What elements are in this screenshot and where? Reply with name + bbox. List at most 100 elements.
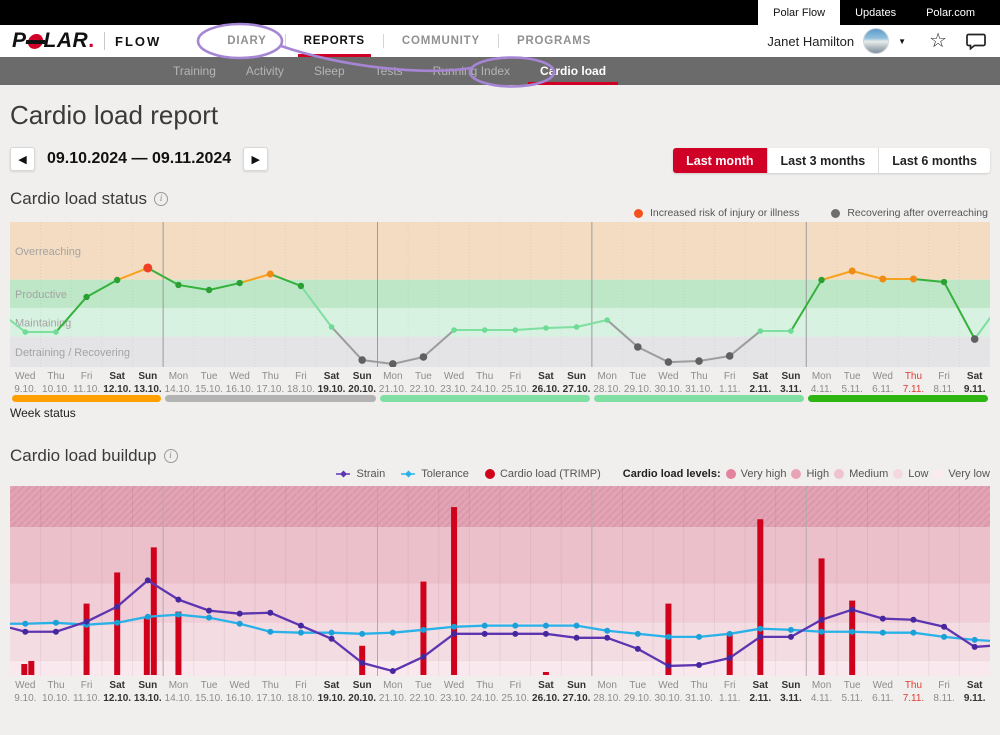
axis-day-label: Sun20.10. (347, 371, 378, 395)
axis-day-label: Thu10.10. (41, 680, 72, 704)
axis-day-label: Tue15.10. (194, 371, 225, 395)
axis-day-label: Thu24.10. (469, 371, 500, 395)
range-button-group: Last month Last 3 months Last 6 months (673, 148, 990, 173)
polar-logo-dot: . (88, 29, 94, 53)
axis-day-label: Mon4.11. (806, 371, 837, 395)
tolerance-label: Tolerance (421, 468, 469, 480)
nav-item-community[interactable]: COMMUNITY (396, 25, 486, 57)
subnav-item-training[interactable]: Training (165, 57, 224, 85)
axis-day-label: Fri18.10. (286, 371, 317, 395)
axis-day-label: Sun27.10. (561, 680, 592, 704)
subnav-item-sleep[interactable]: Sleep (306, 57, 353, 85)
flow-wordmark: FLOW (115, 34, 161, 49)
axis-day-label: Fri8.11. (929, 371, 960, 395)
avatar[interactable] (863, 28, 889, 54)
nav-item-programs[interactable]: PROGRAMS (511, 25, 597, 57)
week-status-bars (10, 395, 990, 402)
page-title: Cardio load report (10, 100, 218, 131)
level-very-high-dot-icon (726, 469, 736, 479)
buildup-legend: Strain Tolerance Cardio load (TRIMP) Car… (336, 468, 990, 480)
week-status-bar (808, 395, 988, 402)
week-status-bar (12, 395, 161, 402)
status-section-title-text: Cardio load status (10, 189, 147, 209)
level-high-label: High (806, 468, 829, 480)
axis-day-label: Tue29.10. (623, 680, 654, 704)
level-low-label: Low (908, 468, 928, 480)
prev-period-button[interactable]: ◀ (10, 147, 35, 171)
level-low-dot-icon (893, 469, 903, 479)
feedback-bubble-icon[interactable] (966, 33, 986, 50)
axis-day-label: Sat12.10. (102, 680, 133, 704)
status-section-title: Cardio load status i (10, 189, 168, 209)
nav-item-reports[interactable]: REPORTS (298, 25, 371, 57)
week-status-bar (594, 395, 804, 402)
buildup-section-title: Cardio load buildup i (10, 446, 178, 466)
nav-divider (383, 34, 384, 48)
polar-logo[interactable]: P LAR . FLOW (12, 29, 161, 53)
topbar-tab-polar-com[interactable]: Polar.com (911, 0, 990, 25)
axis-day-label: Sat19.10. (316, 680, 347, 704)
status-x-axis: Wed9.10.Thu10.10.Fri11.10.Sat12.10.Sun13… (10, 371, 990, 395)
axis-day-label: Sat9.11. (959, 680, 990, 704)
next-period-button[interactable]: ▶ (243, 147, 268, 171)
last-month-button[interactable]: Last month (673, 148, 767, 173)
last-6-months-button[interactable]: Last 6 months (879, 148, 990, 173)
axis-day-label: Mon28.10. (592, 371, 623, 395)
axis-day-label: Wed30.10. (653, 371, 684, 395)
axis-day-label: Wed23.10. (439, 371, 470, 395)
level-medium-label: Medium (849, 468, 888, 480)
topbar-tab-updates[interactable]: Updates (840, 0, 911, 25)
axis-day-label: Tue29.10. (623, 371, 654, 395)
axis-day-label: Fri11.10. (71, 371, 102, 395)
star-icon[interactable]: ☆ (929, 31, 947, 51)
info-icon[interactable]: i (154, 192, 168, 206)
axis-day-label: Wed16.10. (224, 680, 255, 704)
week-status-label: Week status (10, 406, 76, 420)
subnav-item-tests[interactable]: Tests (367, 57, 411, 85)
buildup-x-axis: Wed9.10.Thu10.10.Fri11.10.Sat12.10.Sun13… (10, 680, 990, 704)
axis-day-label: Tue15.10. (194, 680, 225, 704)
reports-subnav: Training Activity Sleep Tests Running In… (0, 57, 1000, 85)
nav-item-diary[interactable]: DIARY (221, 25, 272, 57)
axis-day-label: Sun13.10. (133, 680, 164, 704)
axis-day-label: Fri25.10. (500, 680, 531, 704)
axis-day-label: Mon28.10. (592, 680, 623, 704)
last-3-months-button[interactable]: Last 3 months (768, 148, 880, 173)
axis-day-label: Thu7.11. (898, 680, 929, 704)
axis-day-label: Sun3.11. (776, 680, 807, 704)
week-status-bar (380, 395, 590, 402)
topbar-tab-polar-flow[interactable]: Polar Flow (758, 0, 840, 25)
axis-day-label: Thu31.10. (684, 680, 715, 704)
polar-logo-o-icon (26, 34, 43, 49)
axis-day-label: Sun20.10. (347, 680, 378, 704)
status-chart: OverreachingProductiveMaintainingDetrain… (10, 222, 990, 367)
axis-day-label: Sat2.11. (745, 680, 776, 704)
level-very-low-dot-icon (933, 469, 943, 479)
info-icon[interactable]: i (164, 449, 178, 463)
chevron-down-icon[interactable]: ▼ (898, 37, 906, 46)
recovering-label: Recovering after overreaching (847, 207, 988, 219)
axis-day-label: Tue5.11. (837, 680, 868, 704)
axis-day-label: Sun27.10. (561, 371, 592, 395)
brand-divider (104, 32, 105, 50)
axis-day-label: Mon4.11. (806, 680, 837, 704)
polar-flow-app: Polar Flow Updates Polar.com P LAR . FLO… (0, 0, 1000, 735)
subnav-item-running-index[interactable]: Running Index (425, 57, 518, 85)
axis-day-label: Wed16.10. (224, 371, 255, 395)
date-range-value: 09.10.2024 — 09.11.2024 (43, 150, 235, 168)
axis-day-label: Wed6.11. (868, 680, 899, 704)
strain-marker-icon (336, 469, 351, 479)
axis-day-label: Thu24.10. (469, 680, 500, 704)
axis-day-label: Sun3.11. (776, 371, 807, 395)
user-name[interactable]: Janet Hamilton (767, 34, 854, 49)
axis-day-label: Fri18.10. (286, 680, 317, 704)
subnav-item-activity[interactable]: Activity (238, 57, 292, 85)
level-very-high-label: Very high (741, 468, 787, 480)
trimp-label: Cardio load (TRIMP) (500, 468, 601, 480)
level-medium-dot-icon (834, 469, 844, 479)
subnav-item-cardio-load[interactable]: Cardio load (532, 57, 614, 85)
nav-divider (498, 34, 499, 48)
axis-day-label: Sat26.10. (531, 680, 562, 704)
tolerance-marker-icon (401, 469, 416, 479)
axis-day-label: Sat12.10. (102, 371, 133, 395)
